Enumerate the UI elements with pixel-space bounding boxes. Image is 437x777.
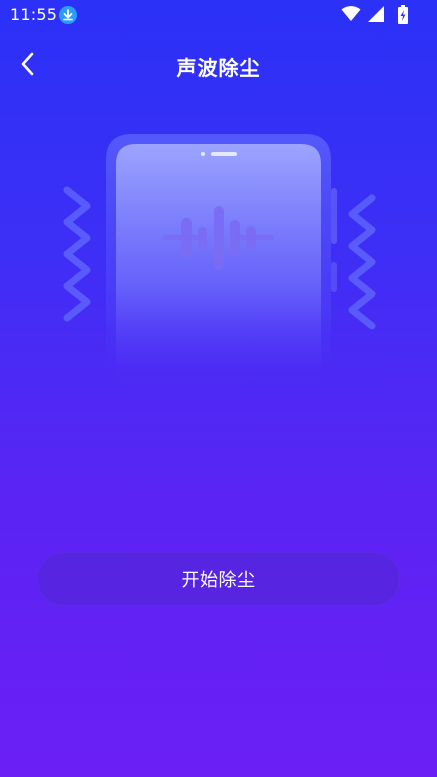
status-bar: 11:55 bbox=[0, 0, 437, 30]
app-header: 声波除尘 bbox=[0, 40, 437, 88]
sonic-dust-removal-screen: 11:55 声波除尘 开始除尘 bbox=[0, 0, 437, 777]
cellular-signal-icon bbox=[368, 6, 384, 22]
start-button-label: 开始除尘 bbox=[181, 570, 256, 591]
status-time: 11:55 bbox=[10, 5, 58, 24]
wifi-icon bbox=[341, 6, 361, 21]
dust-removal-illustration bbox=[63, 134, 376, 380]
battery-charging-icon bbox=[398, 5, 408, 24]
download-icon bbox=[59, 6, 77, 24]
start-dust-removal-button[interactable]: 开始除尘 bbox=[37, 552, 400, 606]
page-title: 声波除尘 bbox=[176, 56, 261, 80]
